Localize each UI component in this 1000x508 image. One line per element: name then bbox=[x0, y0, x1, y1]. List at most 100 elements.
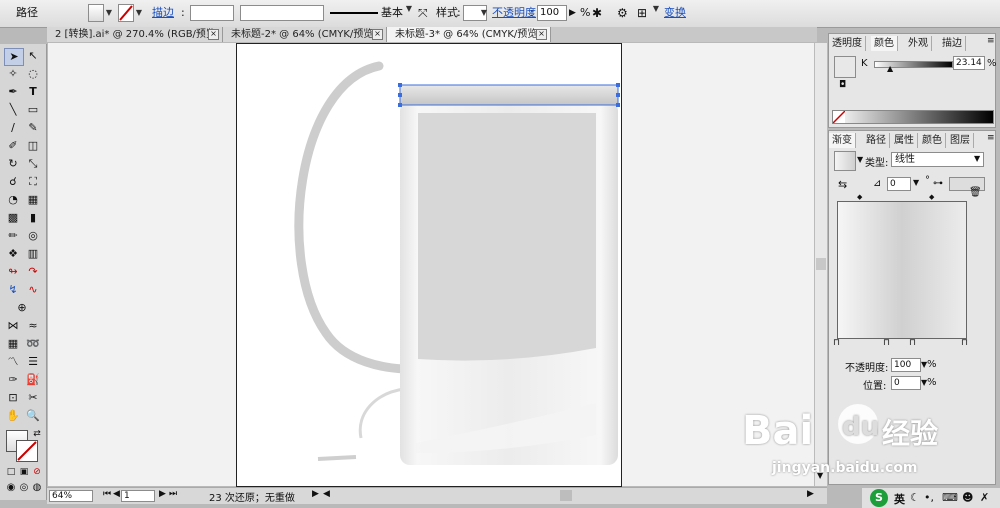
chevron-down-icon[interactable]: ▼ bbox=[104, 4, 114, 22]
crosshair-tool-icon[interactable]: ⊕ bbox=[13, 300, 31, 316]
tab-stroke[interactable]: 描边 bbox=[939, 36, 966, 51]
red-tool-icon[interactable]: ↬ bbox=[4, 264, 22, 280]
selection-handle[interactable] bbox=[616, 93, 620, 97]
close-icon[interactable]: × bbox=[536, 29, 547, 40]
horizontal-scroll-thumb[interactable] bbox=[560, 490, 572, 501]
chevron-down-icon[interactable]: ▼ bbox=[651, 0, 661, 18]
red-curve-tool-icon[interactable]: ↷ bbox=[24, 264, 42, 280]
grid-icon[interactable]: ⊞ bbox=[637, 4, 647, 22]
punctuation-icon[interactable]: •, bbox=[924, 491, 934, 504]
rotate-tool-icon[interactable]: ↻ bbox=[4, 156, 22, 172]
eyedropper-tool-icon[interactable]: ✏ bbox=[4, 228, 22, 244]
warp-tool-icon[interactable]: ☌ bbox=[4, 174, 22, 190]
cup-handle-lower[interactable] bbox=[358, 387, 405, 439]
graph-tool-icon[interactable]: ▥ bbox=[24, 246, 42, 262]
slice-tool-icon[interactable]: ✂ bbox=[24, 390, 42, 406]
direct-selection-tool-icon[interactable]: ↖ bbox=[24, 48, 42, 64]
chevron-down-icon[interactable]: ▼ bbox=[974, 154, 980, 163]
chevron-down-icon[interactable]: ▼ bbox=[479, 4, 489, 22]
chevron-down-icon[interactable]: ▼ bbox=[913, 178, 919, 187]
k-slider[interactable] bbox=[874, 61, 953, 68]
tab-pathfinder[interactable]: 路径 bbox=[863, 133, 890, 148]
ime-mode[interactable]: 英 bbox=[894, 491, 905, 507]
next-page-icon[interactable]: ▶ bbox=[159, 489, 166, 499]
stroke-link[interactable]: 描边 bbox=[152, 4, 174, 22]
tab-color-2[interactable]: 颜色 bbox=[919, 133, 946, 148]
recolor-icon[interactable]: ✱ bbox=[592, 4, 602, 22]
tab-document-2[interactable]: 未标题-2* @ 64% (CMYK/预览) × bbox=[223, 27, 387, 42]
pencil-tool-icon[interactable]: ✎ bbox=[24, 120, 42, 136]
reverse-gradient-icon[interactable]: ⇆ bbox=[838, 178, 847, 191]
delete-stop-icon[interactable]: 🗑 bbox=[969, 187, 982, 198]
selection-handle[interactable] bbox=[398, 83, 402, 87]
gradient-tool-icon[interactable]: ▮ bbox=[24, 210, 42, 226]
prev-page-icon[interactable]: ◀ bbox=[113, 489, 120, 499]
user-icon[interactable]: ☻ bbox=[962, 491, 973, 504]
tab-transparency[interactable]: 透明度 bbox=[829, 36, 866, 51]
tab-color[interactable]: 颜色 bbox=[871, 36, 898, 51]
keyboard-icon[interactable]: ⌨ bbox=[942, 491, 958, 504]
graph-line-tool-icon[interactable]: 〽 bbox=[4, 354, 22, 370]
color-spectrum[interactable] bbox=[832, 110, 994, 124]
warp-shape-tool-icon[interactable]: ≈ bbox=[24, 318, 42, 334]
zoom-select[interactable]: 64% bbox=[49, 490, 93, 502]
sogou-icon[interactable]: S bbox=[870, 489, 888, 507]
fill-swatch[interactable] bbox=[88, 4, 104, 22]
hand-tool-icon[interactable]: ✋ bbox=[4, 408, 22, 424]
stroke-swatch[interactable] bbox=[118, 4, 134, 22]
scale-tool-icon[interactable]: ⤡ bbox=[24, 156, 42, 172]
stroke-weight-field[interactable] bbox=[190, 5, 234, 21]
shape-builder-tool-icon[interactable]: ◔ bbox=[4, 192, 22, 208]
selection-handle[interactable] bbox=[616, 83, 620, 87]
lasso-tool-icon[interactable]: ◌ bbox=[24, 66, 42, 82]
eraser-tool-icon[interactable]: ◫ bbox=[24, 138, 42, 154]
rectangle-tool-icon[interactable]: ▭ bbox=[24, 102, 42, 118]
opacity-input[interactable]: 100 bbox=[537, 5, 567, 21]
chevron-down-icon[interactable]: ▼ bbox=[404, 0, 414, 18]
midpoint-icon[interactable]: ◆ bbox=[857, 193, 862, 201]
gradient-stop[interactable]: ⊓ bbox=[833, 338, 840, 348]
type-tool-icon[interactable]: T bbox=[24, 84, 42, 100]
perspective-tool-icon[interactable]: ▦ bbox=[24, 192, 42, 208]
artboard-tool-icon[interactable]: ⊡ bbox=[4, 390, 22, 406]
status-menu-icon[interactable]: ▶ bbox=[312, 489, 319, 499]
zoom-tool-icon[interactable]: 🔍 bbox=[24, 408, 42, 424]
panel-menu-icon[interactable]: ≡ bbox=[987, 133, 995, 143]
selection-handle[interactable] bbox=[616, 103, 620, 107]
tab-gradient[interactable]: 渐变 bbox=[829, 133, 856, 148]
cup-handle[interactable] bbox=[294, 61, 409, 374]
free-transform-tool-icon[interactable]: ⛶ bbox=[24, 174, 42, 190]
selection-tool-icon[interactable]: ➤ bbox=[4, 48, 24, 66]
scroll-left-icon[interactable]: ◀ bbox=[323, 489, 330, 499]
wrench-icon[interactable]: ✗ bbox=[980, 491, 989, 504]
k-value-input[interactable]: 23.14 bbox=[953, 56, 985, 70]
gradient-type-select[interactable]: 线性 bbox=[891, 152, 984, 167]
angle-input[interactable]: 0 bbox=[887, 177, 911, 191]
selection-handle[interactable] bbox=[398, 103, 402, 107]
tab-document-1[interactable]: 2 [转换].ai* @ 270.4% (RGB/预览) × bbox=[47, 27, 223, 42]
moon-icon[interactable]: ☾ bbox=[910, 491, 920, 504]
slider-handle-icon[interactable]: ▲ bbox=[887, 64, 893, 73]
gear-icon[interactable]: ⚙ bbox=[617, 4, 628, 22]
midpoint-icon[interactable]: ◆ bbox=[929, 193, 934, 201]
draw-inside-icon[interactable]: ◍ bbox=[28, 480, 46, 496]
bars-tool-icon[interactable]: ☰ bbox=[24, 354, 42, 370]
blue-tool-icon[interactable]: ↯ bbox=[4, 282, 22, 298]
cup-lid[interactable] bbox=[400, 85, 618, 105]
chevron-down-icon[interactable]: ▼ bbox=[134, 4, 144, 22]
close-icon[interactable]: × bbox=[208, 29, 219, 40]
selection-handle[interactable] bbox=[398, 93, 402, 97]
close-icon[interactable]: × bbox=[372, 29, 383, 40]
symbol-sprayer-tool-icon[interactable]: ❖ bbox=[4, 246, 22, 262]
eyedropper-alt-icon[interactable]: ✑ bbox=[4, 372, 22, 388]
gradient-stop[interactable]: ⊓ bbox=[909, 338, 916, 348]
pen-tool-icon[interactable]: ✒ bbox=[4, 84, 22, 100]
swap-colors-icon[interactable]: ⇄ bbox=[28, 426, 46, 442]
variable-width-field[interactable] bbox=[240, 5, 324, 21]
align-icon[interactable]: ⤧ bbox=[418, 4, 428, 22]
transform-link[interactable]: 变换 bbox=[664, 4, 686, 22]
line-tool-icon[interactable]: ╲ bbox=[4, 102, 22, 118]
tab-appearance[interactable]: 外观 bbox=[905, 36, 932, 51]
twirl-tool-icon[interactable]: ➿ bbox=[24, 336, 42, 352]
last-page-icon[interactable]: ⏭ bbox=[169, 489, 177, 499]
